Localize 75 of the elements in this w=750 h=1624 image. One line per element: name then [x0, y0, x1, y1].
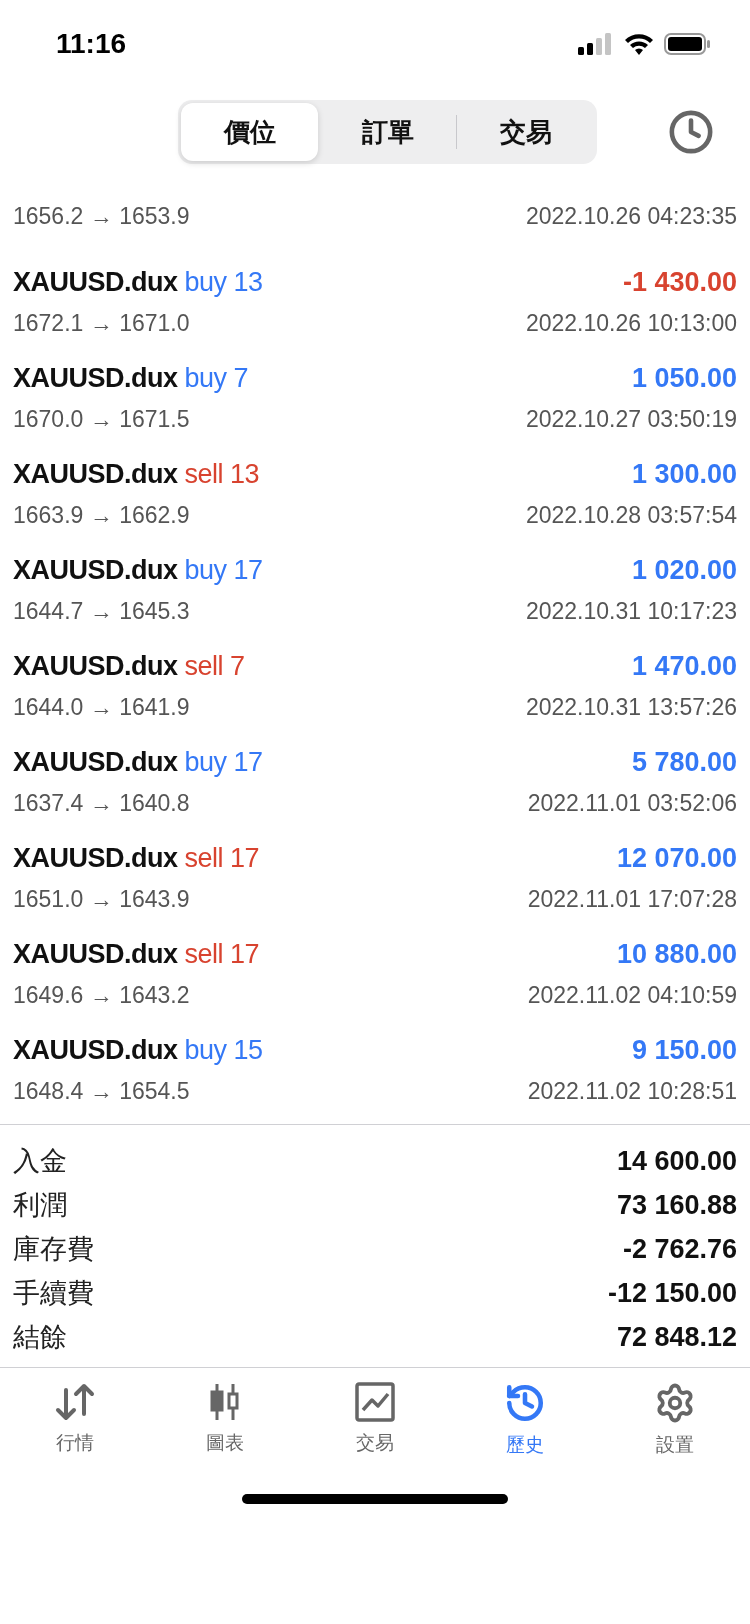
tab-bar-item[interactable]: 交易: [300, 1382, 450, 1458]
deal-time: 2022.10.31 10:17:23: [525, 597, 737, 625]
deal-time: 2022.10.31 13:57:26: [525, 693, 737, 721]
symbol-label: XAUUSD.dux: [13, 650, 178, 682]
summary-value: -2 762.76: [622, 1233, 737, 1265]
deal-volume: buy 15: [184, 1034, 263, 1066]
symbol-label: XAUUSD.dux: [13, 554, 178, 586]
summary-label: 利潤: [13, 1189, 67, 1222]
battery-icon: [664, 33, 710, 55]
price-range: 1649.6 → 1643.2: [13, 981, 190, 1009]
symbol-label: XAUUSD.dux: [13, 266, 178, 298]
tab-bar-item[interactable]: 歷史: [450, 1382, 600, 1458]
symbol-label: XAUUSD.dux: [13, 842, 178, 874]
deal-volume: buy 13: [184, 266, 263, 298]
deal-profit: 12 070.00: [616, 842, 737, 874]
deal-profit: 5 780.00: [631, 746, 737, 778]
deal-profit: -1 430.00: [622, 266, 737, 298]
deal-profit: 1 020.00: [631, 554, 737, 586]
tab-bar-item[interactable]: 圖表: [150, 1382, 300, 1458]
deal-profit: 1 470.00: [631, 650, 737, 682]
price-range: 1672.1 → 1671.0: [13, 309, 190, 337]
up-down-arrows-icon: [53, 1382, 97, 1422]
deal-volume: sell 13: [184, 458, 260, 490]
segment-tab[interactable]: 交易: [457, 103, 594, 161]
symbol-label: XAUUSD.dux: [13, 1034, 178, 1066]
summary-value: -12 150.00: [607, 1277, 737, 1309]
wifi-icon: [624, 33, 654, 55]
price-range: 1670.0 → 1671.5: [13, 405, 190, 433]
deal-time: 2022.10.26 10:13:00: [525, 309, 737, 337]
summary-label: 入金: [13, 1145, 67, 1178]
summary-label: 手續費: [13, 1277, 94, 1310]
summary-value: 14 600.00: [616, 1145, 737, 1177]
line-chart-icon: [355, 1382, 395, 1422]
deal-volume: sell 17: [184, 938, 260, 970]
candlestick-icon: [209, 1382, 241, 1422]
deal-time: 2022.11.02 04:10:59: [527, 981, 737, 1009]
deal-profit: 10 880.00: [616, 938, 737, 970]
symbol-label: XAUUSD.dux: [13, 938, 178, 970]
deal-volume: sell 17: [184, 842, 260, 874]
deal-time: 2022.11.02 10:28:51: [527, 1077, 737, 1105]
settings-icon: [654, 1382, 696, 1424]
symbol-label: XAUUSD.dux: [13, 362, 178, 394]
deal-volume: buy 17: [184, 746, 263, 778]
price-range: 1648.4 → 1654.5: [13, 1077, 190, 1105]
deal-volume: buy 7: [184, 362, 249, 394]
summary-label: 庫存費: [13, 1233, 94, 1266]
summary-value: 72 848.12: [616, 1321, 737, 1353]
history-icon: [504, 1382, 546, 1424]
clock-icon[interactable]: [668, 109, 714, 155]
segment-tab[interactable]: 價位: [181, 103, 318, 161]
deal-profit: 1 050.00: [631, 362, 737, 394]
symbol-label: XAUUSD.dux: [13, 458, 178, 490]
price-range: 1651.0 → 1643.9: [13, 885, 190, 913]
signal-icon: [578, 33, 614, 55]
deal-time: 2022.11.01 17:07:28: [527, 885, 737, 913]
price-range: 1663.9 → 1662.9: [13, 501, 190, 529]
deal-volume: sell 7: [184, 650, 245, 682]
price-range: 1644.0 → 1641.9: [13, 693, 190, 721]
deal-profit: 9 150.00: [631, 1034, 737, 1066]
deal-time: 2022.10.27 03:50:19: [525, 405, 737, 433]
segment-tab[interactable]: 訂單: [319, 103, 456, 161]
symbol-label: XAUUSD.dux: [13, 746, 178, 778]
price-range: 1644.7 → 1645.3: [13, 597, 190, 625]
tab-bar-item[interactable]: 行情: [0, 1382, 150, 1458]
status-time: 11:16: [56, 28, 127, 60]
summary-label: 結餘: [13, 1321, 67, 1354]
deal-time: 2022.10.28 03:57:54: [525, 501, 737, 529]
deal-profit: 1 300.00: [631, 458, 737, 490]
tab-bar-item[interactable]: 設置: [600, 1382, 750, 1458]
deal-time: 2022.11.01 03:52:06: [527, 789, 737, 817]
deal-volume: buy 17: [184, 554, 263, 586]
price-range: 1637.4 → 1640.8: [13, 789, 190, 817]
price-range: 1656.2 → 1653.9: [13, 202, 190, 230]
summary-value: 73 160.88: [616, 1189, 737, 1221]
deal-time: 2022.10.26 04:23:35: [525, 202, 737, 230]
